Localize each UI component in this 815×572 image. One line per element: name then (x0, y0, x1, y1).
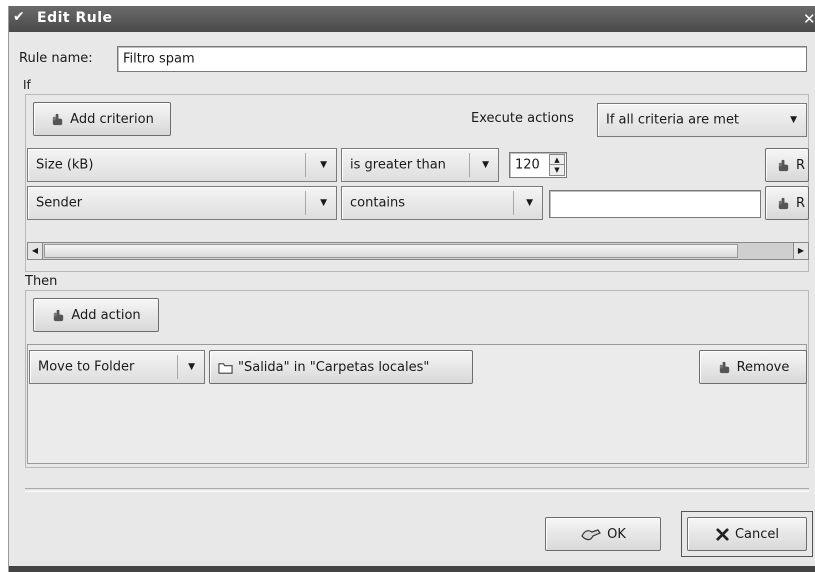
window-menu-icon[interactable]: ✔ (13, 9, 25, 25)
spin-down-icon[interactable]: ▼ (549, 164, 565, 176)
action-type-value: Move to Folder (38, 359, 135, 375)
scroll-right-icon[interactable]: ▶ (793, 243, 808, 259)
chevron-down-icon: ▼ (482, 160, 489, 170)
window-title: Edit Rule (37, 10, 113, 26)
scrollbar-thumb[interactable] (44, 244, 738, 258)
hand-icon (54, 309, 64, 321)
criterion-operator-select[interactable]: is greater than ▼ (341, 148, 499, 182)
criteria-horizontal-scrollbar[interactable]: ◀ ▶ (27, 242, 809, 260)
criterion-operator-select[interactable]: contains ▼ (341, 186, 543, 220)
criterion-field-value: Sender (36, 195, 83, 211)
rule-name-label: Rule name: (19, 51, 93, 66)
chevron-down-icon: ▼ (790, 115, 797, 125)
select-folder-button[interactable]: "Salida" in "Carpetas locales" (209, 350, 473, 384)
chevron-down-icon: ▼ (320, 160, 327, 170)
ok-button[interactable]: OK (545, 517, 661, 551)
criterion-field-select[interactable]: Size (kB) ▼ (27, 148, 337, 182)
remove-criterion-button[interactable]: R (765, 148, 809, 182)
window-bottom-border (9, 566, 815, 572)
hand-icon (719, 361, 729, 373)
scroll-left-icon[interactable]: ◀ (28, 243, 43, 259)
then-label: Then (25, 274, 58, 289)
add-action-button[interactable]: Add action (33, 298, 159, 332)
remove-action-label: Remove (736, 359, 790, 375)
criterion-field-value: Size (kB) (36, 157, 94, 173)
cancel-x-icon (716, 527, 729, 541)
criterion-operator-value: contains (350, 195, 406, 211)
remove-criterion-button[interactable]: R (765, 186, 809, 220)
if-label: If (23, 78, 31, 92)
chevron-down-icon: ▼ (526, 198, 533, 208)
action-type-select[interactable]: Move to Folder ▼ (29, 350, 205, 384)
chevron-down-icon: ▼ (320, 198, 327, 208)
execute-actions-select[interactable]: If all criteria are met ▼ (597, 103, 807, 137)
folder-target-label: "Salida" in "Carpetas locales" (238, 359, 430, 375)
rule-name-input[interactable]: Filtro spam (117, 46, 807, 72)
hand-icon (52, 113, 63, 125)
rule-name-value: Filtro spam (123, 51, 195, 67)
criterion-value: 120 (515, 157, 540, 173)
hand-icon (778, 197, 789, 209)
add-action-label: Add action (71, 307, 141, 323)
cancel-label: Cancel (734, 526, 780, 542)
remove-action-button[interactable]: Remove (699, 350, 807, 384)
criterion-operator-value: is greater than (350, 157, 446, 173)
criterion-value-input[interactable] (549, 190, 761, 218)
execute-actions-value: If all criteria are met (606, 112, 740, 128)
add-criterion-label: Add criterion (70, 111, 154, 127)
criterion-value-spinbox[interactable]: 120 ▲ ▼ (509, 152, 567, 178)
close-icon[interactable]: ✕ (803, 10, 815, 28)
edit-rule-dialog: ✔ Edit Rule ✕ Rule name: Filtro spam If … (8, 6, 815, 572)
ok-icon (581, 529, 602, 541)
dialog-separator (25, 488, 809, 492)
criterion-field-select[interactable]: Sender ▼ (27, 186, 337, 220)
hand-icon (778, 159, 789, 171)
title-bar: ✔ Edit Rule ✕ (9, 6, 815, 32)
remove-criterion-label: R (796, 195, 806, 211)
add-criterion-button[interactable]: Add criterion (33, 102, 171, 136)
execute-actions-label: Execute actions (471, 111, 574, 126)
ok-label: OK (607, 526, 626, 542)
remove-criterion-label: R (796, 157, 806, 173)
cancel-button[interactable]: Cancel (687, 517, 807, 551)
chevron-down-icon: ▼ (188, 362, 195, 372)
folder-icon (218, 362, 233, 374)
